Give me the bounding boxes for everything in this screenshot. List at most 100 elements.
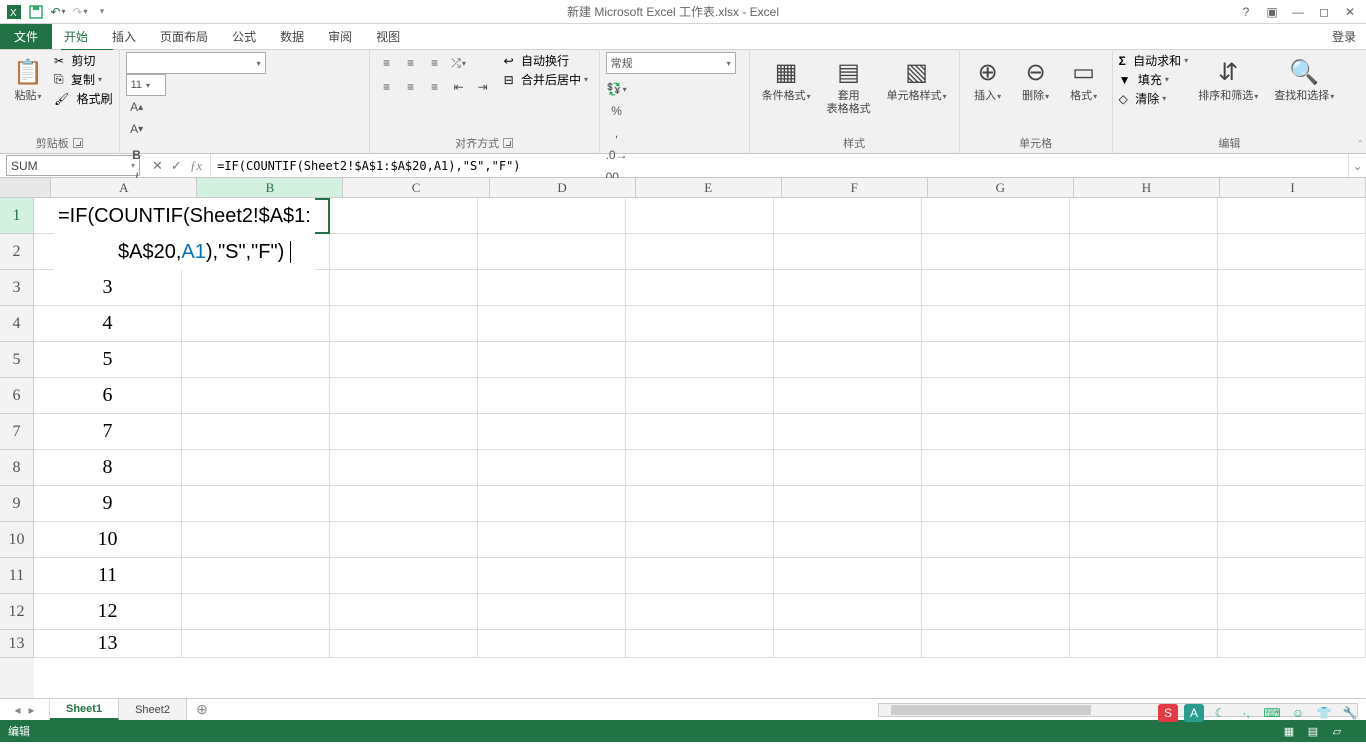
- cell-I8[interactable]: [1218, 450, 1366, 486]
- cell-I6[interactable]: [1218, 378, 1366, 414]
- ime-keyboard-icon[interactable]: ⌨: [1262, 704, 1282, 722]
- cell-F13[interactable]: [774, 630, 922, 658]
- wrap-text-button[interactable]: ↩ 自动换行: [504, 52, 588, 69]
- cut-button[interactable]: ✂ 剪切: [54, 52, 113, 69]
- col-header-C[interactable]: C: [343, 178, 489, 197]
- cell-B13[interactable]: [182, 630, 330, 658]
- page-layout-view-button[interactable]: ▤: [1302, 722, 1324, 740]
- expand-formula-bar-icon[interactable]: ⌄: [1348, 154, 1366, 177]
- cell-H2[interactable]: [1070, 234, 1218, 270]
- cell-H12[interactable]: [1070, 594, 1218, 630]
- cell-I7[interactable]: [1218, 414, 1366, 450]
- cell-B10[interactable]: [182, 522, 330, 558]
- cell-C10[interactable]: [330, 522, 478, 558]
- increase-decimal-button[interactable]: .0→: [606, 144, 628, 166]
- cell-D10[interactable]: [478, 522, 626, 558]
- cell-F10[interactable]: [774, 522, 922, 558]
- cell-E10[interactable]: [626, 522, 774, 558]
- clear-button[interactable]: ◇ 清除 ▾: [1119, 90, 1189, 107]
- cell-G13[interactable]: [922, 630, 1070, 658]
- cell-G1[interactable]: [922, 198, 1070, 234]
- page-break-view-button[interactable]: ▱: [1326, 722, 1348, 740]
- cell-C8[interactable]: [330, 450, 478, 486]
- cell-G6[interactable]: [922, 378, 1070, 414]
- row-header-8[interactable]: 8: [0, 450, 34, 486]
- row-header-5[interactable]: 5: [0, 342, 34, 378]
- cell-F6[interactable]: [774, 378, 922, 414]
- cell-E9[interactable]: [626, 486, 774, 522]
- cell-H4[interactable]: [1070, 306, 1218, 342]
- cell-D4[interactable]: [478, 306, 626, 342]
- scrollbar-thumb[interactable]: [891, 705, 1091, 715]
- find-select-button[interactable]: 🔍查找和选择▾: [1268, 52, 1340, 107]
- align-left-button[interactable]: ≡: [376, 76, 398, 98]
- cell-A9[interactable]: 9: [34, 486, 182, 522]
- col-header-F[interactable]: F: [782, 178, 928, 197]
- cell-D7[interactable]: [478, 414, 626, 450]
- tab-review[interactable]: 审阅: [316, 24, 364, 49]
- insert-cells-button[interactable]: ⊕插入▾: [966, 52, 1010, 107]
- clipboard-dialog-launcher[interactable]: [73, 138, 83, 148]
- cell-C2[interactable]: [330, 234, 478, 270]
- col-header-E[interactable]: E: [636, 178, 782, 197]
- merge-center-button[interactable]: ⊟ 合并后居中 ▾: [504, 71, 588, 88]
- cell-E11[interactable]: [626, 558, 774, 594]
- cell-G10[interactable]: [922, 522, 1070, 558]
- cell-G11[interactable]: [922, 558, 1070, 594]
- row-header-6[interactable]: 6: [0, 378, 34, 414]
- decrease-indent-button[interactable]: ⇤: [448, 76, 470, 98]
- decrease-font-button[interactable]: A▾: [126, 118, 148, 140]
- cell-H3[interactable]: [1070, 270, 1218, 306]
- cell-C1[interactable]: [330, 198, 478, 234]
- cell-B5[interactable]: [182, 342, 330, 378]
- cell-I10[interactable]: [1218, 522, 1366, 558]
- cell-D6[interactable]: [478, 378, 626, 414]
- ime-switch-icon[interactable]: A: [1184, 704, 1204, 722]
- cell-A4[interactable]: 4: [34, 306, 182, 342]
- cell-G3[interactable]: [922, 270, 1070, 306]
- copy-button[interactable]: ⎘ 复制 ▾: [54, 71, 113, 88]
- close-icon[interactable]: ✕: [1342, 5, 1358, 19]
- col-header-B[interactable]: B: [197, 178, 343, 197]
- cell-I4[interactable]: [1218, 306, 1366, 342]
- cell-D3[interactable]: [478, 270, 626, 306]
- cell-H7[interactable]: [1070, 414, 1218, 450]
- col-header-I[interactable]: I: [1220, 178, 1366, 197]
- format-painter-button[interactable]: 🖌 格式刷: [54, 90, 113, 107]
- cell-C6[interactable]: [330, 378, 478, 414]
- ime-shirt-icon[interactable]: 👕: [1314, 704, 1334, 722]
- cell-I2[interactable]: [1218, 234, 1366, 270]
- cell-A12[interactable]: 12: [34, 594, 182, 630]
- cell-A13[interactable]: 13: [34, 630, 182, 658]
- name-box[interactable]: SUM▾: [6, 155, 140, 176]
- cell-E1[interactable]: [626, 198, 774, 234]
- number-format-combo[interactable]: 常规▾: [606, 52, 736, 74]
- cell-D9[interactable]: [478, 486, 626, 522]
- cell-I1[interactable]: [1218, 198, 1366, 234]
- cell-C5[interactable]: [330, 342, 478, 378]
- cell-F11[interactable]: [774, 558, 922, 594]
- row-header-4[interactable]: 4: [0, 306, 34, 342]
- cell-G2[interactable]: [922, 234, 1070, 270]
- row-header-7[interactable]: 7: [0, 414, 34, 450]
- cell-I5[interactable]: [1218, 342, 1366, 378]
- paste-button[interactable]: 📋 粘贴▾: [6, 52, 50, 107]
- cell-C13[interactable]: [330, 630, 478, 658]
- conditional-format-button[interactable]: ▦条件格式▾: [756, 52, 817, 107]
- align-center-button[interactable]: ≡: [400, 76, 422, 98]
- undo-icon[interactable]: ↶▾: [50, 4, 66, 20]
- cell-I3[interactable]: [1218, 270, 1366, 306]
- tab-formulas[interactable]: 公式: [220, 24, 268, 49]
- prev-sheet-icon[interactable]: ◂: [14, 703, 20, 717]
- cell-E5[interactable]: [626, 342, 774, 378]
- percent-format-button[interactable]: %: [606, 100, 628, 122]
- align-middle-button[interactable]: ≡: [400, 52, 422, 74]
- row-header-12[interactable]: 12: [0, 594, 34, 630]
- cell-G4[interactable]: [922, 306, 1070, 342]
- cell-G12[interactable]: [922, 594, 1070, 630]
- cell-G9[interactable]: [922, 486, 1070, 522]
- formula-input[interactable]: [210, 154, 1348, 177]
- cell-I12[interactable]: [1218, 594, 1366, 630]
- row-header-10[interactable]: 10: [0, 522, 34, 558]
- cell-H8[interactable]: [1070, 450, 1218, 486]
